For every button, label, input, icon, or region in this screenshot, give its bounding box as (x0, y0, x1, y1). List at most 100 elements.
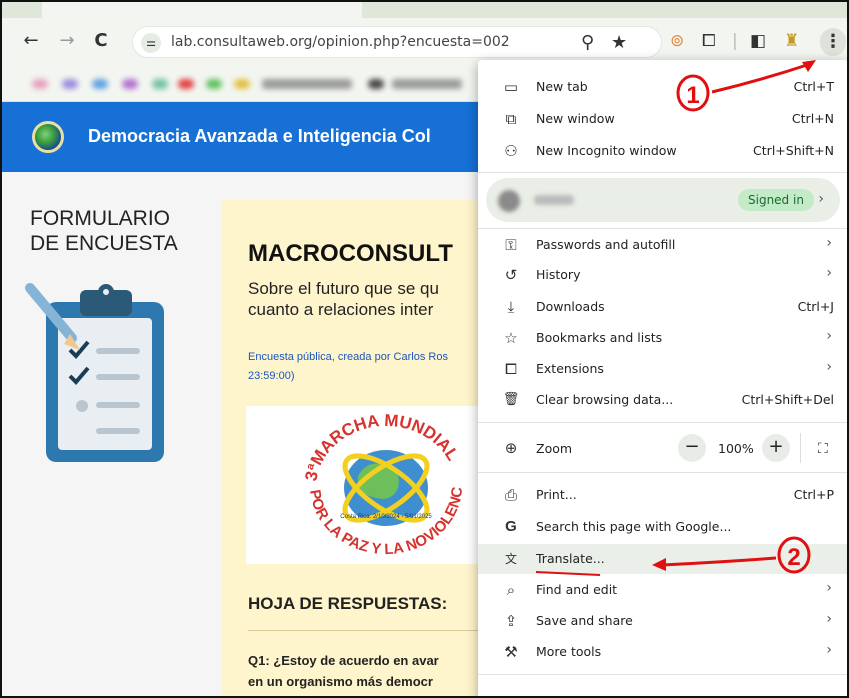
browser-window: ← → C ⚌ lab.consultaweb.org/opinion.php?… (0, 0, 849, 698)
star-outline-icon: ☆ (504, 329, 518, 347)
bookmark-item[interactable] (368, 79, 384, 89)
bookmark-item[interactable] (206, 79, 222, 89)
menu-find-edit[interactable]: ⌕ Find and edit › (478, 575, 847, 605)
forward-button[interactable]: → (56, 30, 78, 52)
toolbar-divider: | (732, 31, 738, 51)
menu-item-label: New Incognito window (536, 143, 677, 158)
site-info-icon[interactable]: ⚌ (141, 33, 161, 53)
menu-item-label: Clear browsing data... (536, 392, 674, 407)
save-share-icon: ⇪ (504, 612, 518, 630)
menu-item-label: Zoom (536, 441, 573, 456)
answers-heading: HOJA DE RESPUESTAS: (248, 594, 448, 613)
chevron-right-icon: › (826, 265, 832, 281)
menu-translate[interactable]: 文 Translate... (478, 544, 847, 574)
profile-icon[interactable]: ♜ (784, 30, 799, 52)
menu-item-label: Bookmarks and lists (536, 330, 663, 345)
star-icon[interactable]: ★ (611, 32, 627, 54)
menu-item-label: Passwords and autofill (536, 237, 676, 252)
menu-print[interactable]: ⎙ Print... Ctrl+P (478, 480, 847, 510)
menu-downloads[interactable]: ⤓ Downloads Ctrl+J (478, 292, 847, 322)
menu-divider (478, 228, 847, 229)
menu-more-tools[interactable]: ⚒ More tools › (478, 637, 847, 667)
trash-icon: 🗑 (502, 392, 520, 407)
avatar (498, 190, 520, 212)
menu-new-tab[interactable]: ▭ New tab Ctrl+T (478, 72, 847, 102)
menu-divider (478, 172, 847, 173)
zoom-in-button[interactable]: + (762, 434, 790, 462)
tab-strip (2, 2, 847, 18)
menu-item-label: Downloads (536, 299, 605, 314)
key-icon: ⚿ (505, 236, 517, 254)
download-icon: ⤓ (507, 298, 515, 316)
extensions-icon[interactable]: ⧠ (702, 30, 716, 52)
address-bar[interactable]: ⚌ lab.consultaweb.org/opinion.php?encues… (132, 26, 662, 58)
google-icon: G (505, 518, 517, 535)
chevron-right-icon: › (826, 328, 832, 344)
menu-extensions[interactable]: ⧠ Extensions › (478, 354, 847, 384)
bookmark-item[interactable] (392, 79, 462, 89)
menu-divider (800, 433, 801, 463)
menu-bookmarks[interactable]: ☆ Bookmarks and lists › (478, 323, 847, 353)
reload-button[interactable]: C (90, 30, 112, 52)
clipboard-illustration (25, 283, 164, 462)
march-dates: Costa Rica: 2/10/2024 - 5/01/2025 (340, 514, 432, 520)
menu-save-share[interactable]: ⇪ Save and share › (478, 606, 847, 636)
menu-new-window[interactable]: ⧉ New window Ctrl+N (478, 104, 847, 134)
kebab-menu-icon[interactable]: ⋮ (820, 28, 846, 56)
bookmark-item[interactable] (152, 79, 168, 89)
new-tab-icon: ▭ (503, 78, 519, 96)
bookmark-item[interactable] (122, 79, 138, 89)
translate-icon: 文 (504, 552, 517, 566)
menu-item-shortcut: Ctrl+J (797, 299, 834, 314)
menu-item-label: History (536, 267, 581, 282)
menu-item-label: New tab (536, 79, 588, 94)
menu-passwords[interactable]: ⚿ Passwords and autofill › (478, 230, 847, 260)
menu-item-label: New window (536, 111, 615, 126)
menu-new-incognito[interactable]: ⚇ New Incognito window Ctrl+Shift+N (478, 136, 847, 166)
chrome-main-menu: ▭ New tab Ctrl+T ⧉ New window Ctrl+N ⚇ N… (478, 60, 847, 696)
bookmark-item[interactable] (234, 79, 250, 89)
menu-divider (478, 472, 847, 473)
menu-clear-data[interactable]: 🗑 Clear browsing data... Ctrl+Shift+Del (478, 385, 847, 415)
survey-card: MACROCONSULT Sobre el futuro que se qu c… (222, 200, 522, 696)
chevron-right-icon: › (818, 191, 824, 207)
menu-profile-row[interactable]: Signed in › (486, 178, 840, 222)
chevron-right-icon: › (826, 642, 832, 658)
chevron-right-icon: › (826, 580, 832, 596)
menu-history[interactable]: ↺ History › (478, 260, 847, 290)
side-title-line: DE ENCUESTA (30, 232, 178, 255)
chevron-right-icon: › (826, 359, 832, 375)
menu-item-label: More tools (536, 644, 602, 659)
history-icon: ↺ (504, 266, 518, 284)
bookmark-item[interactable] (178, 79, 194, 89)
menu-item-label: Translate... (536, 551, 605, 566)
fullscreen-icon[interactable]: ⛶ (818, 441, 828, 457)
toolbar: ← → C ⚌ lab.consultaweb.org/opinion.php?… (2, 18, 847, 66)
bookmark-item[interactable] (262, 79, 352, 89)
site-title[interactable]: Democracia Avanzada e Inteligencia Col (88, 126, 431, 147)
menu-item-label: Find and edit (536, 582, 618, 597)
zoom-out-button[interactable]: − (678, 434, 706, 462)
side-panel-icon[interactable]: ◧ (750, 30, 766, 52)
url-text[interactable]: lab.consultaweb.org/opinion.php?encuesta… (171, 34, 510, 50)
bookmark-item[interactable] (62, 79, 78, 89)
menu-search-google[interactable]: G Search this page with Google... (478, 512, 847, 542)
menu-item-label: Print... (536, 487, 577, 502)
site-logo[interactable] (32, 121, 64, 153)
bookmark-item[interactable] (92, 79, 108, 89)
location-pin-icon[interactable]: ⚲ (581, 32, 594, 54)
reading-icon[interactable]: ⊚ (670, 30, 684, 52)
chevron-right-icon: › (826, 235, 832, 251)
zoom-level: 100% (718, 441, 754, 456)
puzzle-icon: ⧠ (504, 360, 517, 378)
back-button[interactable]: ← (20, 30, 42, 52)
incognito-icon: ⚇ (504, 142, 518, 160)
active-tab[interactable] (42, 2, 362, 18)
toolbox-icon: ⚒ (504, 643, 518, 661)
page-side-title: FORMULARIO DE ENCUESTA (30, 206, 210, 256)
menu-divider (478, 422, 847, 423)
bookmark-item[interactable] (32, 79, 48, 89)
menu-item-shortcut: Ctrl+Shift+Del (741, 392, 834, 407)
new-window-icon: ⧉ (505, 110, 517, 128)
chevron-right-icon: › (826, 611, 832, 627)
